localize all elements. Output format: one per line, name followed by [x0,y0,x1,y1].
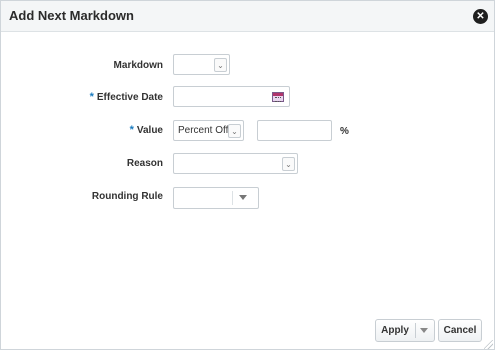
reason-select[interactable]: ⌄ [173,153,298,174]
cancel-button[interactable]: Cancel [438,319,482,342]
value-label: * Value [63,124,163,136]
chevron-down-icon[interactable]: ⌄ [282,157,295,171]
effective-date-input[interactable] [173,86,290,107]
resize-grip[interactable] [484,340,493,349]
calendar-icon[interactable] [272,92,284,102]
rounding-rule-label: Rounding Rule [91,191,163,202]
value-label-text: Value [136,125,163,136]
add-next-markdown-dialog: Add Next Markdown ✕ Markdown ⌄ * Effectiv… [0,0,495,350]
markdown-label: Markdown [113,60,163,71]
dialog-header: Add Next Markdown ✕ [1,1,494,32]
apply-button[interactable]: Apply [376,320,414,341]
chevron-down-icon[interactable]: ⌄ [228,124,241,138]
value-type-selected: Percent Off [178,125,229,136]
effective-date-label: * Effective Date [63,91,163,103]
value-amount-input[interactable] [257,120,332,141]
value-type-select[interactable]: Percent Off ⌄ [173,120,244,141]
apply-button-group: Apply [375,319,435,342]
markdown-select[interactable]: ⌄ [173,54,230,75]
reason-label: Reason [126,158,163,169]
chevron-down-icon[interactable]: ⌄ [214,58,227,72]
effective-date-label-text: Effective Date [96,92,163,103]
caret-down-icon[interactable] [239,195,247,200]
required-marker: * [129,124,134,136]
required-marker: * [89,91,94,103]
apply-menu-caret-icon[interactable] [420,328,428,333]
select-divider [232,191,233,205]
close-icon[interactable]: ✕ [473,9,488,24]
apply-split-divider [415,323,416,338]
rounding-rule-select[interactable] [173,187,259,209]
dialog-title: Add Next Markdown [9,8,134,23]
percent-unit: % [340,126,349,137]
